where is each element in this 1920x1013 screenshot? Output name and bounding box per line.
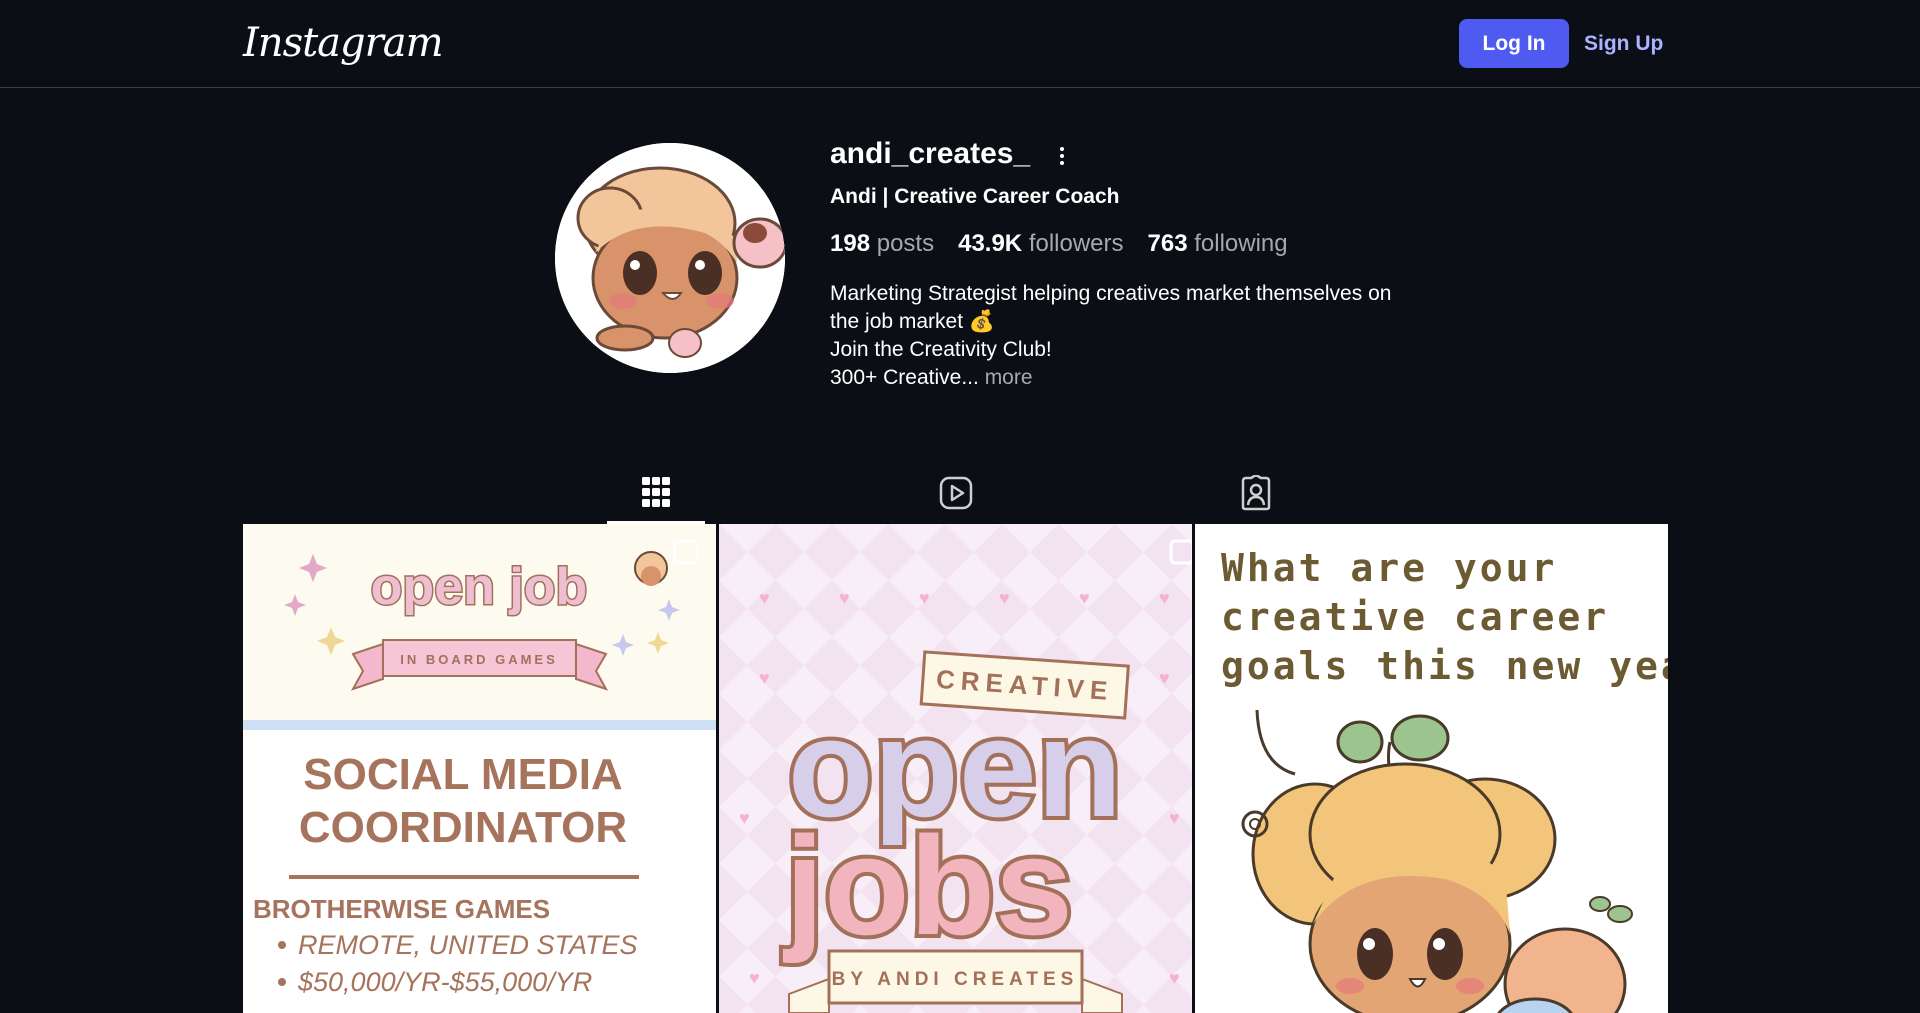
posts-grid: open job IN BOARD GAMES SOCIAL MEDIA COO… (243, 524, 1669, 1013)
bio-line: the job market 💰 (830, 310, 996, 333)
profile-avatar[interactable] (555, 143, 785, 373)
post-tile[interactable]: ♥ ♥ ♥ ♥ ♥ ♥ ♥ ♥ ♥ ♥ ♥ ♥ CREATIVE open jobs BY AN… (719, 524, 1192, 1013)
instagram-logo[interactable]: Instagram (243, 20, 444, 66)
signup-link[interactable]: Sign Up (1584, 19, 1663, 68)
post3-question-line3: goals this new year? (1221, 644, 1668, 688)
bio-line: Join the Creativity Club! (830, 338, 1052, 361)
svg-text:♥: ♥ (739, 808, 750, 828)
svg-text:♥: ♥ (919, 588, 930, 608)
svg-text:♥: ♥ (759, 668, 770, 688)
tab-reels[interactable] (907, 462, 1005, 524)
post2-word2: jobs (782, 807, 1073, 964)
svg-text:♥: ♥ (749, 968, 760, 988)
profile-username: andi_creates_ (830, 137, 1031, 170)
svg-text:♥: ♥ (759, 588, 770, 608)
bio-line-truncated: 300+ Creative... more (830, 364, 1420, 392)
post-image: open job IN BOARD GAMES SOCIAL MEDIA COO… (243, 524, 716, 1013)
profile-tabs (243, 462, 1669, 524)
post3-question-line1: What are your (1221, 546, 1557, 590)
post1-company: BROTHERWISE GAMES (253, 894, 550, 924)
post-tile[interactable]: open job IN BOARD GAMES SOCIAL MEDIA COO… (243, 524, 716, 1013)
post1-role-line2: COORDINATOR (299, 803, 627, 852)
posts-label: posts (876, 230, 935, 257)
svg-text:♥: ♥ (1159, 588, 1170, 608)
following-count: 763 (1147, 230, 1188, 257)
bio-line: Marketing Strategist helping creatives m… (830, 282, 1392, 305)
svg-text:♥: ♥ (839, 588, 850, 608)
tab-tagged[interactable] (1207, 462, 1305, 524)
profile-bio: Marketing Strategist helping creatives m… (830, 280, 1420, 392)
bio-more-link[interactable]: more (985, 366, 1033, 389)
following-stat[interactable]: 763 following (1148, 230, 1288, 258)
avatar-illustration (555, 143, 785, 373)
followers-count: 43.9K (958, 230, 1023, 257)
posts-stat: 198 posts (830, 230, 934, 258)
followers-stat[interactable]: 43.9K followers (958, 230, 1123, 258)
post-tile[interactable]: What are your creative career goals this… (1195, 524, 1668, 1013)
post3-question-line2: creative career (1221, 595, 1609, 639)
post1-role-line1: SOCIAL MEDIA (303, 750, 622, 799)
login-button[interactable]: Log In (1459, 19, 1569, 68)
profile-stats: 198 posts 43.9K followers 763 following (830, 230, 1288, 258)
profile-full-name: Andi | Creative Career Coach (830, 185, 1120, 208)
grid-icon (642, 476, 670, 507)
svg-text:♥: ♥ (1169, 808, 1180, 828)
svg-text:♥: ♥ (999, 588, 1010, 608)
svg-text:♥: ♥ (1079, 588, 1090, 608)
post-image: What are your creative career goals this… (1195, 524, 1668, 1013)
post1-ribbon: IN BOARD GAMES (400, 652, 558, 667)
post1-bullet2: $50,000/YR-$55,000/YR (297, 967, 592, 997)
svg-text:♥: ♥ (1159, 668, 1170, 688)
bio-line: 300+ Creative... (830, 366, 979, 389)
tab-posts[interactable] (607, 462, 705, 524)
post1-title: open job (371, 558, 588, 616)
svg-text:♥: ♥ (1169, 968, 1180, 988)
post2-byline: BY ANDI CREATES (832, 969, 1079, 990)
followers-label: followers (1028, 230, 1124, 257)
post-image: ♥ ♥ ♥ ♥ ♥ ♥ ♥ ♥ ♥ ♥ ♥ ♥ CREATIVE open jobs BY AN… (719, 524, 1192, 1013)
post1-bullet1: REMOTE, UNITED STATES (298, 930, 638, 960)
more-options-icon[interactable] (1052, 141, 1072, 171)
reels-icon (939, 476, 973, 510)
top-bar: Instagram Log In Sign Up (0, 0, 1920, 88)
following-label: following (1194, 230, 1288, 257)
tagged-icon (1241, 475, 1271, 511)
posts-count: 198 (830, 230, 871, 257)
